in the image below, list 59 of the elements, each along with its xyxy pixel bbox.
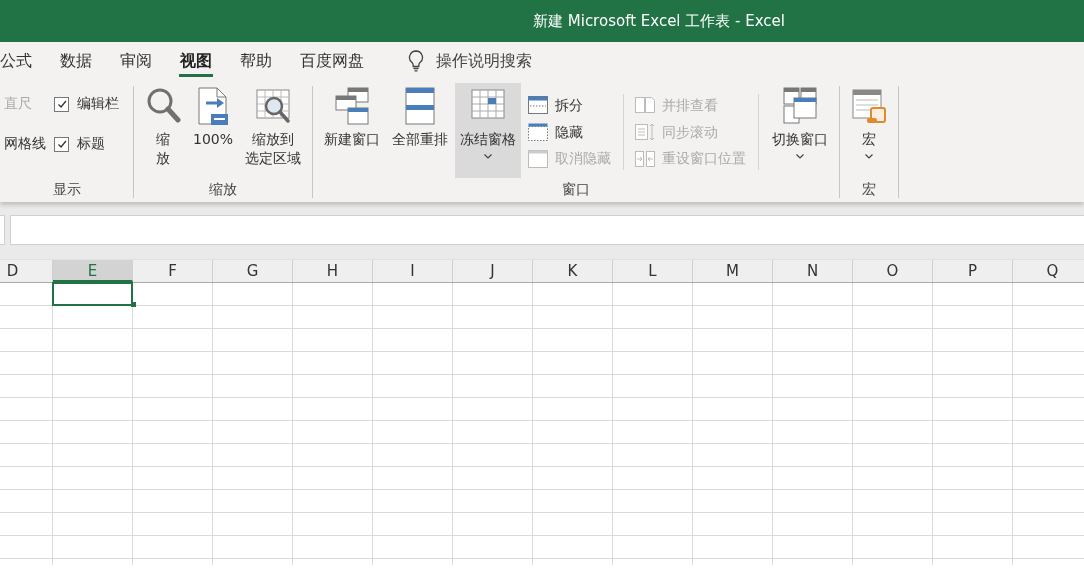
ribbon-button[interactable]: 冻结窗格 [455, 83, 522, 178]
windows-icon [782, 86, 819, 126]
group-label: 显示 [51, 180, 82, 199]
column-header[interactable]: N [773, 260, 853, 282]
column-header[interactable]: J [453, 260, 533, 282]
page-arrow-icon [195, 86, 231, 126]
checkbox[interactable] [54, 96, 69, 112]
ribbon-button[interactable]: 缩 放 [140, 83, 186, 178]
checkbox[interactable] [54, 136, 69, 152]
search-box[interactable]: 操作说明搜索 [408, 42, 532, 80]
magnifier-icon [145, 86, 181, 126]
windows-icon [334, 86, 371, 126]
column-header[interactable]: E [53, 260, 133, 282]
column-header[interactable]: K [533, 260, 613, 282]
pages-arrows-icon [634, 148, 657, 169]
two-pages-icon [634, 95, 657, 116]
ribbon-tab[interactable]: 帮助 [226, 42, 286, 80]
ribbon-button[interactable]: 全部重排 [387, 83, 454, 178]
sheet-scroll-icon [851, 86, 888, 126]
page-arrows-icon [634, 122, 657, 142]
ribbon-tab[interactable]: 数据 [46, 42, 106, 80]
formula-input[interactable] [10, 215, 1084, 245]
grid-magnifier-icon [255, 86, 292, 126]
column-header[interactable]: H [293, 260, 373, 282]
checkmark-icon [55, 138, 68, 150]
ribbon-tab[interactable]: 视图 [166, 42, 226, 80]
ribbon-button[interactable]: 隐藏 [527, 118, 618, 146]
group-label: 窗口 [561, 180, 592, 199]
option-label: 直尺 [4, 95, 32, 113]
option-label: 网格线 [4, 135, 46, 153]
column-header[interactable]: F [133, 260, 213, 282]
lightbulb-icon [408, 50, 424, 72]
checkmark-icon [55, 98, 68, 110]
column-header[interactable]: P [933, 260, 1013, 282]
ribbon-tab[interactable]: 公式 [0, 42, 46, 80]
window-icon [527, 148, 550, 169]
ribbon-button[interactable]: 拆分 [527, 92, 618, 119]
ribbon-button[interactable]: 缩放到 选定区域 [240, 83, 307, 178]
group-label: 宏 [861, 180, 878, 199]
ribbon-tab[interactable]: 百度网盘 [286, 42, 378, 80]
ribbon-button[interactable]: 宏 [846, 83, 893, 178]
column-header[interactable]: I [373, 260, 453, 282]
column-header[interactable]: L [613, 260, 693, 282]
ribbon-tab[interactable]: 审阅 [106, 42, 166, 80]
fill-handle[interactable] [131, 302, 136, 307]
hidden-window-icon [527, 122, 550, 142]
checkbox-label: 标题 [77, 135, 105, 153]
active-cell[interactable] [52, 282, 133, 306]
ribbon-button[interactable]: 切换窗口 [767, 83, 834, 178]
column-header[interactable]: G [213, 260, 293, 282]
checkbox-label: 编辑栏 [77, 95, 119, 113]
ribbon-button[interactable]: 新建窗口 [319, 83, 386, 178]
column-header[interactable]: O [853, 260, 933, 282]
split-window-icon [527, 95, 550, 116]
ribbon-button[interactable]: 100% [188, 83, 239, 178]
column-header[interactable]: Q [1013, 260, 1084, 282]
group-label: 缩放 [208, 180, 238, 199]
column-header[interactable]: M [693, 260, 773, 282]
window-title: 新建 Microsoft Excel 工作表 - Excel [533, 11, 785, 31]
